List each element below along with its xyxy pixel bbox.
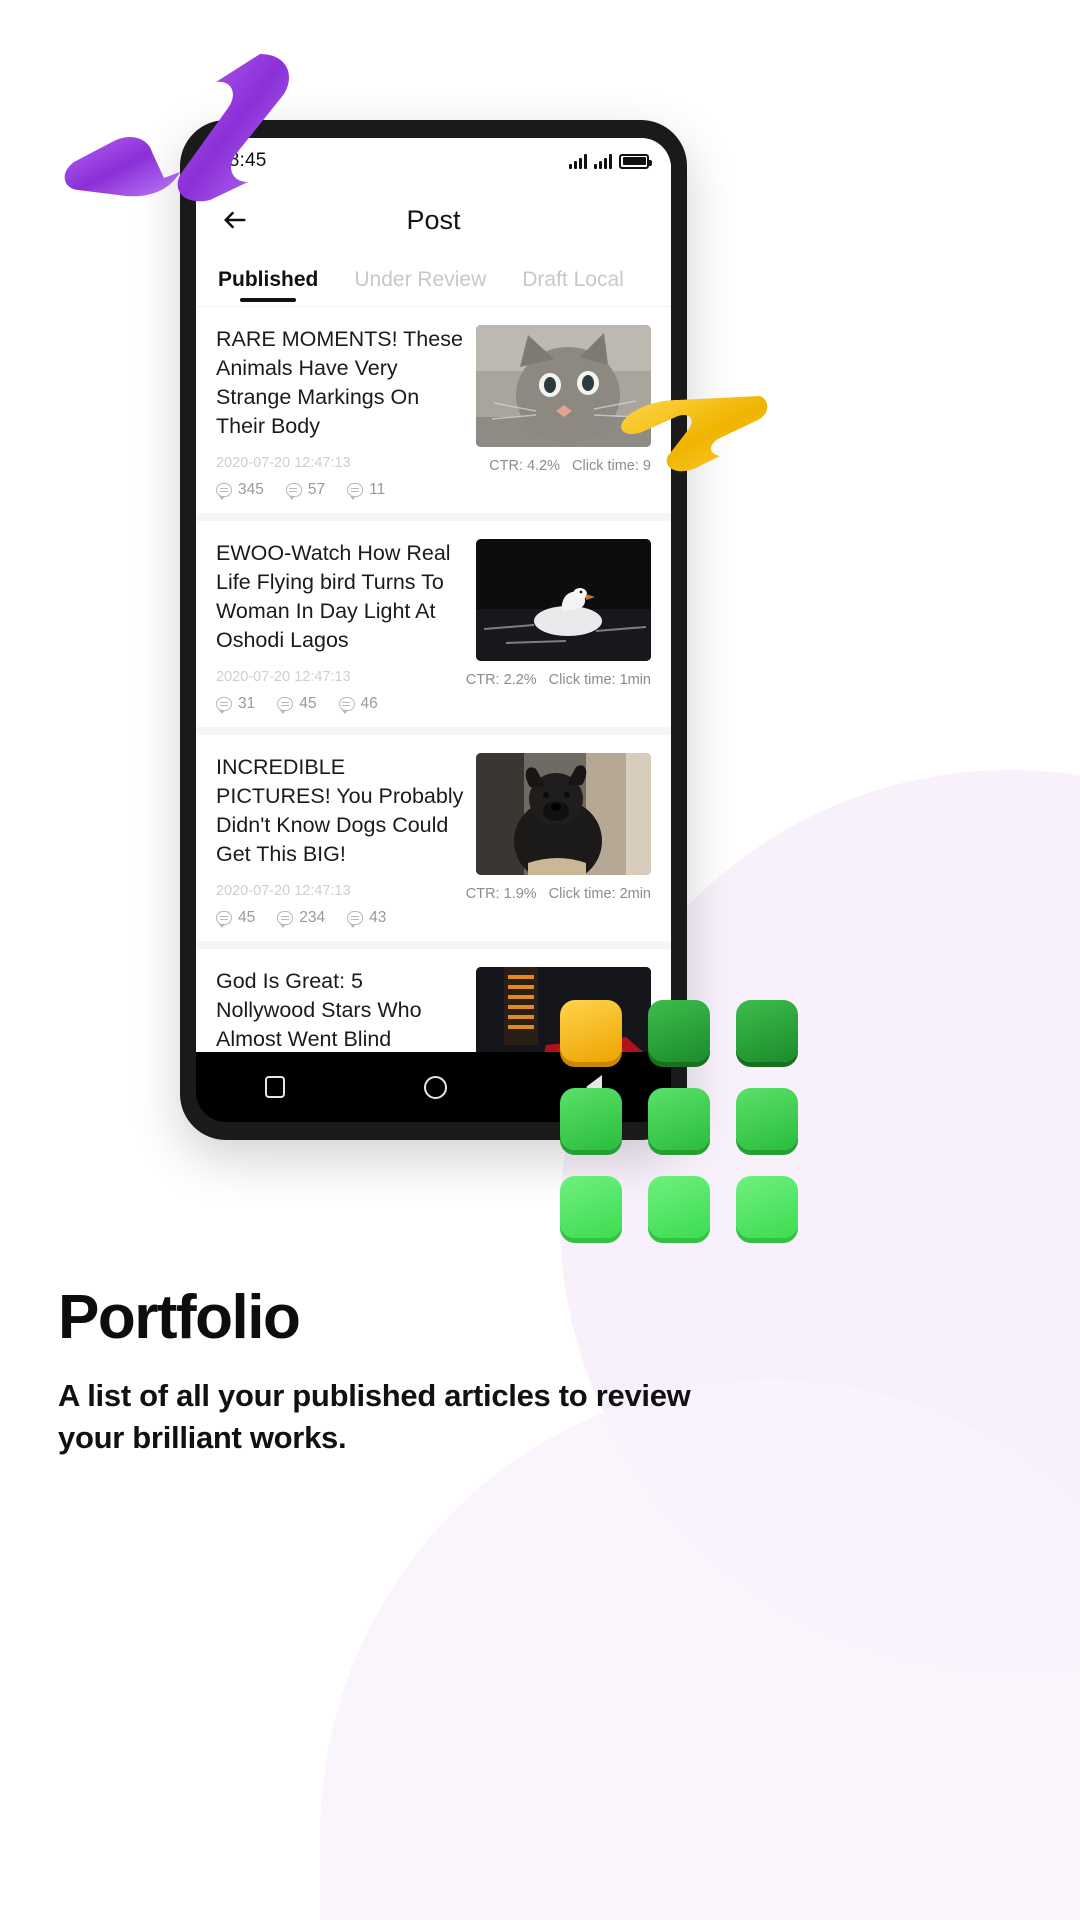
stat-item: 234 bbox=[277, 909, 326, 928]
decorative-square bbox=[560, 1000, 622, 1062]
comment-bubble-icon bbox=[277, 697, 294, 714]
status-icons bbox=[569, 153, 652, 169]
stat-item: 345 bbox=[216, 481, 264, 500]
post-thumbnail-dog[interactable] bbox=[476, 753, 651, 875]
stat-value: 45 bbox=[238, 909, 256, 926]
post-ctr: CTR: 2.2% bbox=[465, 672, 537, 688]
post-metrics: CTR: 1.9% Click time: 2min bbox=[466, 886, 651, 902]
stat-item: 31 bbox=[216, 695, 256, 714]
post-date: 2020-07-20 12:47:13 bbox=[216, 455, 351, 471]
battery-icon bbox=[619, 153, 652, 169]
decorative-square bbox=[648, 1000, 710, 1062]
comment-bubble-icon bbox=[338, 697, 355, 714]
post-media-block: CTR: 1.9% Click time: 2min bbox=[466, 753, 651, 927]
decorative-square bbox=[560, 1176, 622, 1238]
comment-bubble-icon bbox=[216, 483, 232, 500]
poster-canvas: 08:45 Post Published Under Review Draft … bbox=[0, 0, 1080, 1920]
post-text-block: RARE MOMENTS! These Animals Have Very St… bbox=[216, 325, 476, 500]
post-stats: 31 45 46 bbox=[216, 695, 464, 714]
circle-home-icon[interactable] bbox=[423, 1075, 447, 1099]
post-date: 2020-07-20 12:47:13 bbox=[216, 669, 351, 685]
tab-published[interactable]: Published bbox=[218, 268, 318, 306]
stat-item: 45 bbox=[277, 695, 317, 714]
comment-bubble-icon bbox=[216, 697, 232, 714]
signal-bars-icon bbox=[569, 153, 587, 169]
decorative-square bbox=[736, 1000, 798, 1062]
decorative-square bbox=[736, 1176, 798, 1238]
comment-bubble-icon bbox=[347, 483, 364, 500]
comment-bubble-icon bbox=[216, 911, 232, 928]
post-list: RARE MOMENTS! These Animals Have Very St… bbox=[196, 307, 671, 1070]
post-ctr: CTR: 1.9% bbox=[465, 886, 537, 902]
stat-value: 46 bbox=[360, 695, 378, 712]
caption-block: Portfolio A list of all your published a… bbox=[58, 1282, 758, 1459]
decorative-square bbox=[648, 1088, 710, 1150]
stat-item: 57 bbox=[285, 481, 326, 500]
purple-ribbon-decoration bbox=[64, 54, 290, 202]
post-list-item[interactable]: RARE MOMENTS! These Animals Have Very St… bbox=[196, 307, 671, 521]
caption-body: A list of all your published articles to… bbox=[58, 1378, 691, 1455]
comment-bubble-icon bbox=[347, 911, 364, 928]
tab-under-review[interactable]: Under Review bbox=[354, 268, 486, 306]
decorative-square bbox=[560, 1088, 622, 1150]
stat-value: 234 bbox=[299, 909, 326, 926]
post-list-item[interactable]: INCREDIBLE PICTURES! You Probably Didn't… bbox=[196, 735, 671, 949]
post-title: RARE MOMENTS! These Animals Have Very St… bbox=[216, 327, 463, 438]
post-title: EWOO-Watch How Real Life Flying bird Tur… bbox=[216, 541, 451, 652]
phone-mockup: 08:45 Post Published Under Review Draft … bbox=[180, 120, 687, 1140]
background-blob-bottom bbox=[320, 1380, 1080, 1920]
post-text-block: EWOO-Watch How Real Life Flying bird Tur… bbox=[216, 539, 476, 714]
square-recents-icon[interactable] bbox=[265, 1076, 286, 1098]
stat-value: 31 bbox=[238, 695, 256, 712]
stat-value: 45 bbox=[299, 695, 317, 712]
stat-item: 11 bbox=[347, 481, 386, 500]
post-metrics: CTR: 2.2% Click time: 1min bbox=[466, 672, 651, 688]
stat-item: 45 bbox=[216, 909, 256, 928]
comment-bubble-icon bbox=[285, 483, 302, 500]
post-ctr: CTR: 4.2% bbox=[489, 458, 561, 474]
post-media-block: CTR: 2.2% Click time: 1min bbox=[466, 539, 651, 713]
stat-value: 57 bbox=[307, 481, 326, 498]
post-stats: 45 234 43 bbox=[216, 909, 464, 928]
post-text-block: INCREDIBLE PICTURES! You Probably Didn't… bbox=[216, 753, 476, 928]
stat-value: 345 bbox=[238, 481, 264, 498]
stat-item: 43 bbox=[347, 909, 387, 928]
post-list-item[interactable]: EWOO-Watch How Real Life Flying bird Tur… bbox=[196, 521, 671, 735]
stat-item: 46 bbox=[338, 695, 378, 714]
post-stats: 345 57 11 bbox=[216, 481, 464, 500]
stat-value: 43 bbox=[369, 909, 387, 926]
post-click-time: Click time: 2min bbox=[548, 886, 651, 902]
stat-value: 11 bbox=[369, 481, 386, 498]
post-thumbnail-swan[interactable] bbox=[476, 539, 651, 661]
phone-screen: 08:45 Post Published Under Review Draft … bbox=[196, 138, 671, 1070]
post-date: 2020-07-20 12:47:13 bbox=[216, 883, 351, 899]
tab-draft-local[interactable]: Draft Local bbox=[522, 268, 624, 306]
comment-bubble-icon bbox=[277, 911, 294, 928]
tab-bar: Published Under Review Draft Local bbox=[196, 256, 671, 307]
yellow-ribbon-decoration bbox=[621, 396, 768, 472]
decorative-square bbox=[648, 1176, 710, 1238]
post-title: INCREDIBLE PICTURES! You Probably Didn't… bbox=[216, 755, 464, 866]
signal-bars-icon bbox=[594, 153, 612, 169]
decorative-square bbox=[736, 1088, 798, 1150]
caption-heading: Portfolio bbox=[58, 1283, 301, 1352]
post-click-time: Click time: 1min bbox=[548, 672, 651, 688]
